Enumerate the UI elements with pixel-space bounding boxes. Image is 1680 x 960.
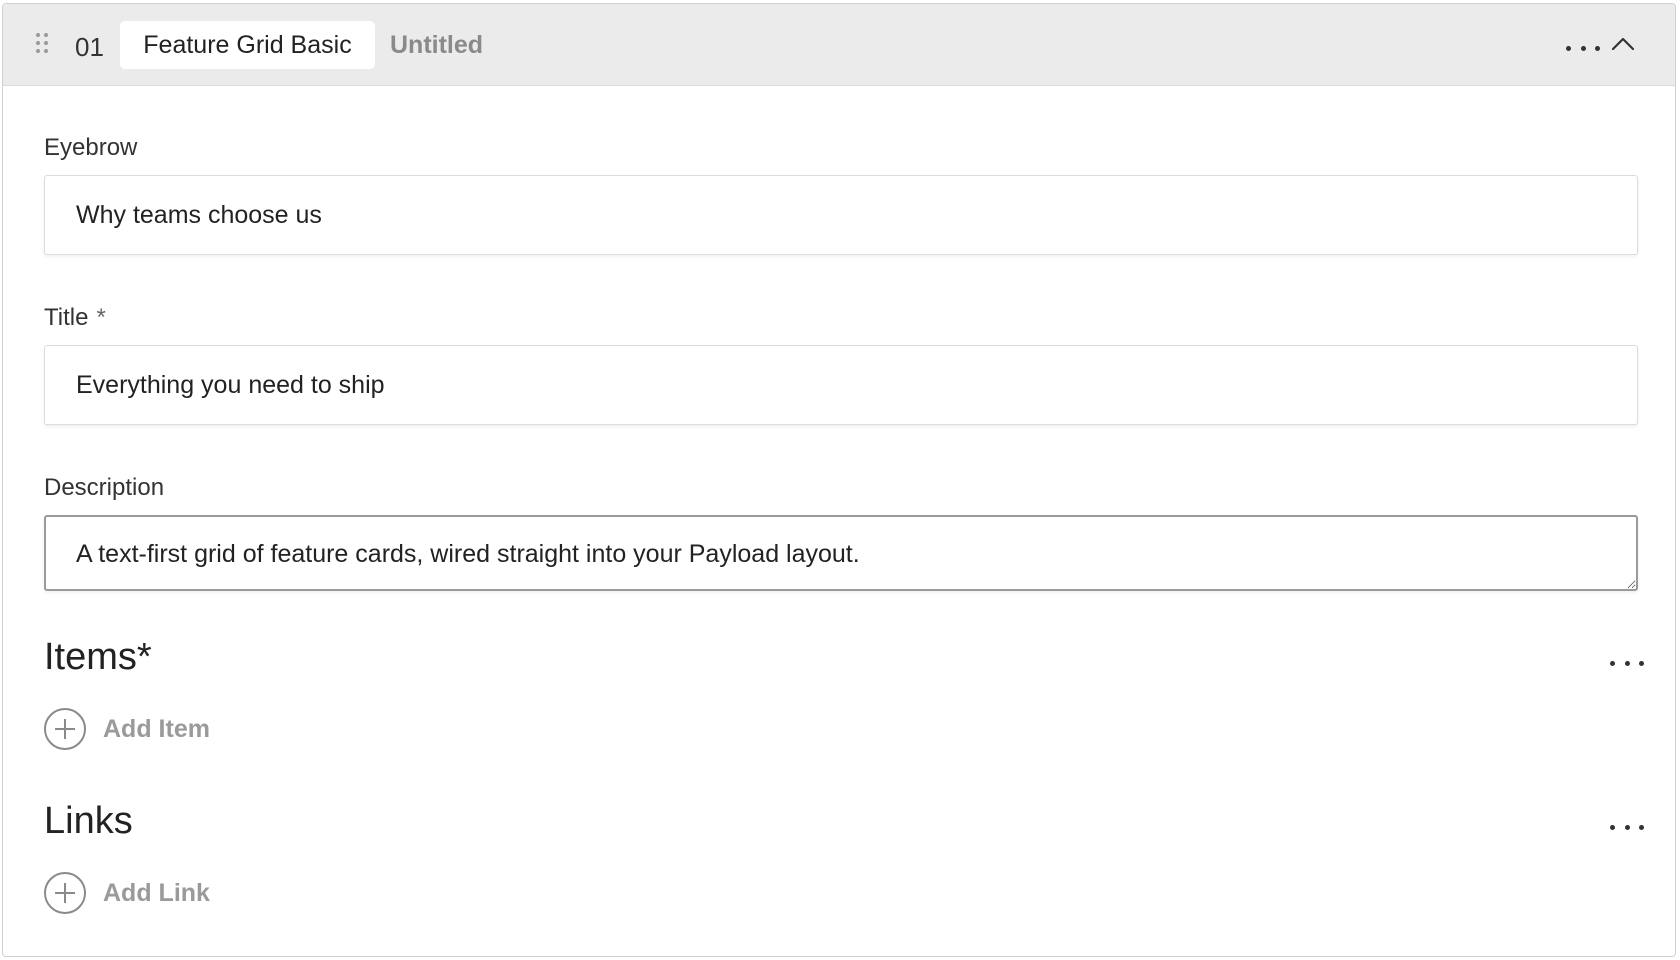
eyebrow-label: Eyebrow: [44, 134, 138, 161]
links-more-icon[interactable]: [1610, 819, 1644, 835]
add-link-label: Add Link: [103, 878, 210, 907]
items-title: Items*: [44, 636, 152, 678]
links-title: Links: [44, 800, 133, 842]
add-link-button[interactable]: Add Link: [44, 870, 210, 916]
title-input[interactable]: [44, 345, 1638, 425]
title-label: Title *: [44, 304, 106, 332]
layout-block: 01 Feature Grid Basic Untitled Eyebrow T…: [2, 3, 1676, 957]
description-label: Description: [44, 474, 165, 501]
plus-circle-icon: [44, 708, 86, 750]
row-label: Untitled: [390, 31, 484, 59]
items-more-icon[interactable]: [1610, 655, 1644, 671]
chevron-up-icon[interactable]: [1609, 34, 1637, 54]
description-textarea[interactable]: A text-first grid of feature cards, wire…: [44, 515, 1638, 591]
plus-circle-icon: [44, 872, 86, 914]
block-more-icon[interactable]: [1566, 40, 1600, 56]
title-label-text: Title: [44, 304, 89, 331]
row-number: 01: [75, 32, 104, 62]
block-type-pill: Feature Grid Basic: [120, 21, 375, 69]
eyebrow-input[interactable]: [44, 175, 1638, 255]
drag-handle-icon[interactable]: [36, 33, 50, 61]
block-header[interactable]: 01 Feature Grid Basic Untitled: [3, 4, 1675, 86]
required-marker: *: [96, 304, 106, 331]
add-item-button[interactable]: Add Item: [44, 706, 210, 752]
add-item-label: Add Item: [103, 714, 210, 743]
